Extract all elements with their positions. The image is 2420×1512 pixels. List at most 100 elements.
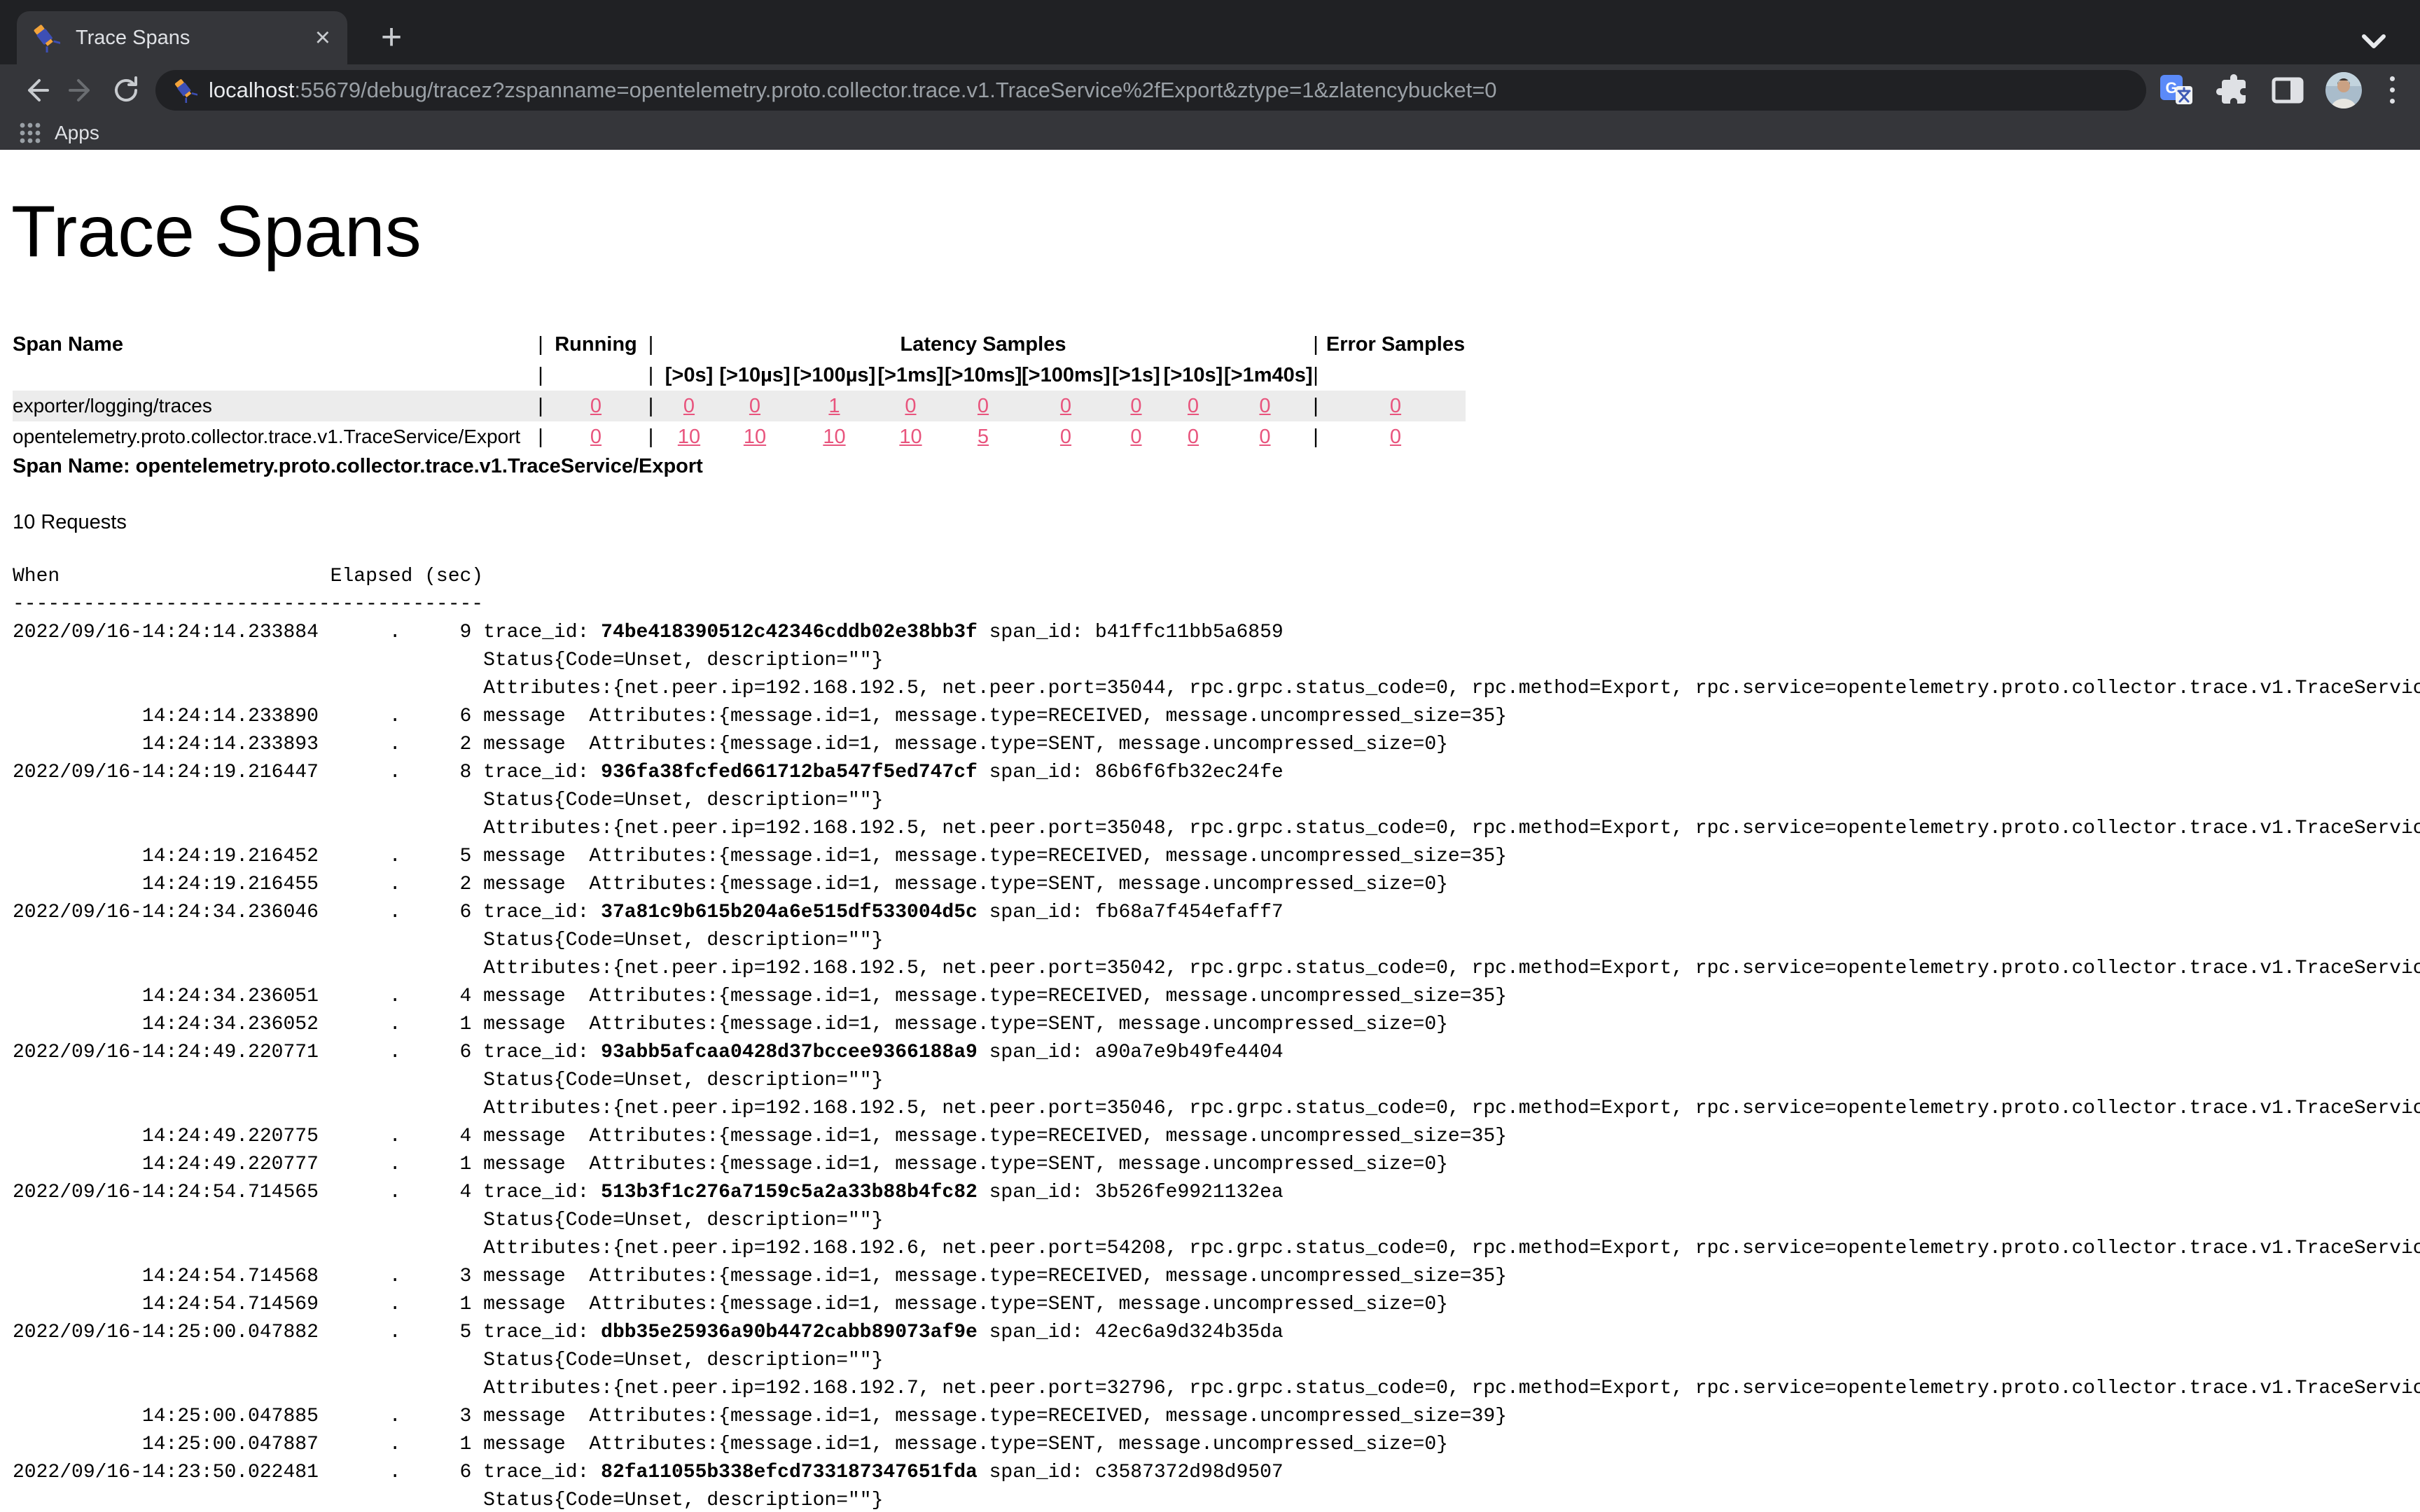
summary-row-export: opentelemetry.proto.collector.trace.v1.T…	[13, 421, 1466, 452]
log-line: 14:24:34.236051 . 4 message Attributes:{…	[13, 983, 2420, 1011]
bookmark-apps[interactable]: Apps	[55, 122, 99, 144]
url-path: :55679/debug/tracez?zspanname=openteleme…	[294, 78, 1496, 102]
svg-text:G: G	[2165, 79, 2177, 97]
log-line: 2022/09/16-14:23:50.022481 . 6 trace_id:…	[13, 1459, 2420, 1487]
telescope-favicon-icon	[31, 23, 60, 52]
bucket-count-link[interactable]: 0	[1022, 426, 1110, 449]
col-latency-samples: Latency Samples	[660, 333, 1306, 356]
translate-extension-icon[interactable]: G	[2159, 72, 2195, 108]
browser-toolbar: localhost:55679/debug/tracez?zspanname=o…	[0, 64, 2420, 115]
pipe: |	[641, 364, 660, 387]
bucket-count-link[interactable]: 10	[792, 426, 877, 449]
bucket-count-link[interactable]: 0	[1224, 395, 1306, 418]
request-log: When Elapsed (sec)----------------------…	[13, 563, 2420, 1512]
log-line: Status{Code=Unset, description=""}	[13, 647, 2420, 675]
bucket-label: [>10µs]	[718, 364, 792, 387]
bookmarks-bar: Apps	[0, 115, 2420, 150]
bucket-label: [>1m40s]	[1224, 364, 1306, 387]
log-line: Attributes:{net.peer.ip=192.168.192.7, n…	[13, 1375, 2420, 1403]
bucket-count-link[interactable]: 5	[945, 426, 1022, 449]
bucket-count-link[interactable]: 0	[1162, 395, 1224, 418]
summary-header-row: Span Name | Running | Latency Samples | …	[13, 329, 1466, 360]
bucket-count-link[interactable]: 0	[1162, 426, 1224, 449]
bucket-label: [>10ms]	[945, 364, 1022, 387]
forward-button[interactable]	[59, 68, 104, 113]
log-line: 14:24:14.233893 . 2 message Attributes:{…	[13, 731, 2420, 759]
avatar-photo	[2325, 72, 2362, 108]
chevron-down-icon[interactable]	[2358, 32, 2389, 52]
error-count-link[interactable]: 0	[1326, 395, 1466, 418]
bucket-count-link[interactable]: 0	[1110, 426, 1162, 449]
browser-tab[interactable]: Trace Spans ×	[17, 11, 347, 64]
reload-icon	[111, 75, 141, 106]
bucket-count-link[interactable]: 0	[1022, 395, 1110, 418]
tab-title: Trace Spans	[76, 27, 311, 50]
log-line: Status{Code=Unset, description=""}	[13, 1487, 2420, 1512]
bucket-label: [>1s]	[1110, 364, 1162, 387]
log-line: 14:24:54.714569 . 1 message Attributes:{…	[13, 1291, 2420, 1319]
bucket-count-link[interactable]: 0	[1110, 395, 1162, 418]
tab-strip: Trace Spans × +	[0, 0, 2420, 64]
side-panel-icon[interactable]	[2271, 74, 2304, 107]
running-count-link[interactable]: 0	[550, 426, 641, 449]
log-line: Status{Code=Unset, description=""}	[13, 1347, 2420, 1375]
profile-avatar[interactable]	[2325, 72, 2362, 108]
bucket-count-link[interactable]: 0	[945, 395, 1022, 418]
bucket-count-link[interactable]: 0	[877, 395, 945, 418]
back-arrow-icon	[21, 75, 52, 106]
bucket-count-link[interactable]: 10	[660, 426, 718, 449]
log-line: Attributes:{net.peer.ip=192.168.192.6, n…	[13, 1235, 2420, 1263]
toolbar-actions: G	[2159, 72, 2402, 108]
log-line: 14:24:19.216455 . 2 message Attributes:{…	[13, 871, 2420, 899]
page-title: Trace Spans	[11, 190, 422, 274]
bucket-count-link[interactable]: 0	[718, 395, 792, 418]
url-text: localhost:55679/debug/tracez?zspanname=o…	[209, 78, 1497, 103]
error-count-link[interactable]: 0	[1326, 426, 1466, 449]
bucket-count-link[interactable]: 1	[792, 395, 877, 418]
log-line: Attributes:{net.peer.ip=192.168.192.5, n…	[13, 675, 2420, 703]
menu-kebab-icon[interactable]	[2383, 76, 2402, 104]
tab-close-icon[interactable]: ×	[311, 24, 335, 51]
log-line: Status{Code=Unset, description=""}	[13, 1207, 2420, 1235]
running-count-link[interactable]: 0	[550, 395, 641, 418]
summary-row-exporter: exporter/logging/traces | 0 | 0 0 1 0 0 …	[13, 391, 1466, 421]
pipe: |	[531, 395, 550, 418]
span-name-cell: opentelemetry.proto.collector.trace.v1.T…	[13, 426, 531, 448]
log-line: 14:24:54.714568 . 3 message Attributes:{…	[13, 1263, 2420, 1291]
bucket-label: [>100µs]	[792, 364, 877, 387]
log-line: 2022/09/16-14:24:19.216447 . 8 trace_id:…	[13, 759, 2420, 787]
url-bar[interactable]: localhost:55679/debug/tracez?zspanname=o…	[155, 70, 2146, 111]
bucket-count-link[interactable]: 0	[660, 395, 718, 418]
log-line: 14:24:19.216452 . 5 message Attributes:{…	[13, 843, 2420, 871]
log-line: 2022/09/16-14:24:14.233884 . 9 trace_id:…	[13, 619, 2420, 647]
log-line: 14:24:34.236052 . 1 message Attributes:{…	[13, 1011, 2420, 1039]
reload-button[interactable]	[104, 68, 148, 113]
apps-grid-icon[interactable]	[18, 121, 42, 145]
span-summary-table: Span Name | Running | Latency Samples | …	[13, 329, 1466, 452]
bucket-count-link[interactable]: 10	[718, 426, 792, 449]
log-line: 2022/09/16-14:24:34.236046 . 6 trace_id:…	[13, 899, 2420, 927]
log-line: 14:24:49.220777 . 1 message Attributes:{…	[13, 1151, 2420, 1179]
log-line: Status{Code=Unset, description=""}	[13, 787, 2420, 815]
log-line: 2022/09/16-14:24:54.714565 . 4 trace_id:…	[13, 1179, 2420, 1207]
log-line: Status{Code=Unset, description=""}	[13, 1067, 2420, 1095]
back-button[interactable]	[14, 68, 59, 113]
log-line: ----------------------------------------	[13, 591, 2420, 619]
log-line: 2022/09/16-14:24:49.220771 . 6 trace_id:…	[13, 1039, 2420, 1067]
bucket-count-link[interactable]: 10	[877, 426, 945, 449]
bucket-count-link[interactable]: 0	[1224, 426, 1306, 449]
log-line: 14:25:00.047885 . 3 message Attributes:{…	[13, 1403, 2420, 1431]
pipe: |	[1306, 426, 1326, 449]
span-name-cell: exporter/logging/traces	[13, 395, 531, 417]
pipe: |	[641, 395, 660, 418]
pipe: |	[1306, 333, 1326, 356]
log-line: 14:25:00.047887 . 1 message Attributes:{…	[13, 1431, 2420, 1459]
pipe: |	[531, 364, 550, 387]
selected-span-name: Span Name: opentelemetry.proto.collector…	[13, 455, 703, 478]
log-line: Attributes:{net.peer.ip=192.168.192.5, n…	[13, 955, 2420, 983]
log-line: 14:24:49.220775 . 4 message Attributes:{…	[13, 1123, 2420, 1151]
col-running: Running	[550, 333, 641, 356]
extensions-puzzle-icon[interactable]	[2216, 74, 2250, 107]
request-count: 10 Requests	[13, 511, 127, 534]
new-tab-button[interactable]: +	[367, 13, 416, 62]
